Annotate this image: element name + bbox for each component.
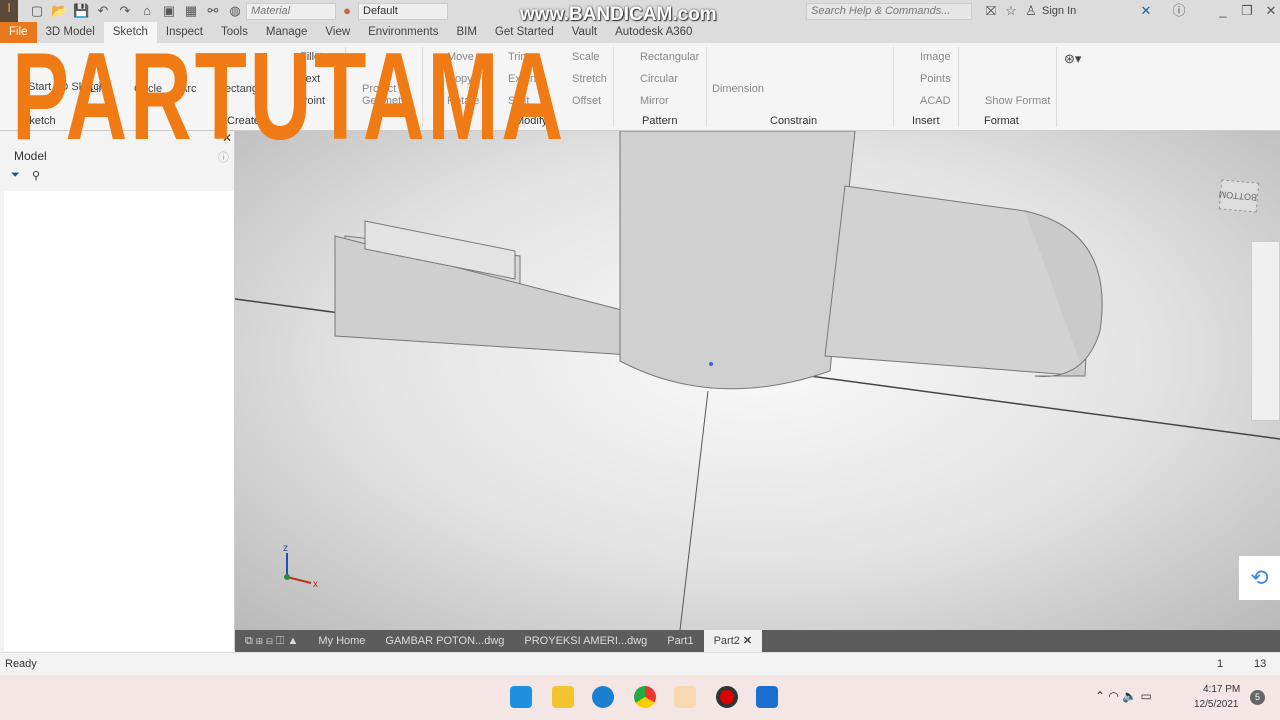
bandicam-icon[interactable] <box>716 686 738 708</box>
notification-badge[interactable]: 5 <box>1250 690 1265 705</box>
file-explorer-icon[interactable] <box>552 686 574 708</box>
redo-icon[interactable]: ↷ <box>117 3 133 19</box>
doc-tab-my-home[interactable]: My Home <box>308 630 375 652</box>
close-tab-icon[interactable]: ✕ <box>743 635 752 647</box>
search-input[interactable]: Search Help & Commands... <box>806 2 972 20</box>
graphics-window[interactable]: z x BOTTOM ⟲ <box>235 131 1280 630</box>
offset-button[interactable]: Offset <box>572 95 601 107</box>
acad-button[interactable]: ACAD <box>920 95 951 107</box>
material-dropdown[interactable]: Material <box>246 2 336 20</box>
restore-icon[interactable]: ❐ <box>1239 3 1255 19</box>
sign-in-link[interactable]: Sign In <box>1042 5 1076 17</box>
doc-tab-part2[interactable]: Part2 ✕ <box>703 630 763 652</box>
select-icon[interactable]: ▦ <box>183 3 199 19</box>
doc-tab-label: Part2 <box>713 635 740 647</box>
ribbon-options-icon[interactable]: ⊛▾ <box>1064 51 1081 67</box>
status-bar: Ready 1 13 <box>0 652 1280 675</box>
start-icon[interactable] <box>510 686 532 708</box>
part-model: z x <box>235 131 1280 630</box>
axis-line <box>679 390 709 630</box>
image-button[interactable]: Image <box>920 51 951 63</box>
dimension-button[interactable]: Dimension <box>712 83 764 95</box>
group-label-format[interactable]: Format <box>984 115 1019 127</box>
favorites-icon[interactable]: ☆ <box>1003 3 1019 19</box>
tab-autodesk-a360[interactable]: Autodesk A360 <box>606 22 701 43</box>
model-browser: Model ✕ ⓘ ⏷ ⚲ <box>4 131 235 651</box>
appearance-icon: ● <box>343 3 351 18</box>
tray-icons[interactable]: ⌃ ◠ 🔈 ▭ <box>1095 689 1152 703</box>
link-icon[interactable]: ⚯ <box>205 3 221 19</box>
group-label-insert: Insert <box>912 115 940 127</box>
stretch-button[interactable]: Stretch <box>572 73 607 85</box>
rectangular-pattern-button[interactable]: Rectangular <box>640 51 699 63</box>
home-icon[interactable]: ⌂ <box>139 3 155 19</box>
undo-icon[interactable]: ↶ <box>95 3 111 19</box>
filter-icon[interactable]: ⏷ <box>11 169 20 182</box>
new-icon[interactable]: ▢ <box>29 3 45 19</box>
navigation-bar[interactable] <box>1251 241 1280 421</box>
inventor-logo-icon: I <box>0 0 18 22</box>
status-text: Ready <box>5 658 37 670</box>
update-icon[interactable]: ▣ <box>161 3 177 19</box>
clock-date[interactable]: 12/5/2021 <box>1194 699 1239 710</box>
exchange-icon[interactable]: ✕ <box>1138 3 1154 19</box>
inventor-icon[interactable] <box>674 686 696 708</box>
group-label-constrain[interactable]: Constrain <box>770 115 817 127</box>
close-icon[interactable]: ✕ <box>1263 3 1279 19</box>
scale-button[interactable]: Scale <box>572 51 600 63</box>
overlay-title: PARTUTAMA <box>12 28 566 166</box>
viewcube[interactable]: BOTTOM <box>1218 179 1260 213</box>
mirror-button[interactable]: Mirror <box>640 95 669 107</box>
group-label-pattern: Pattern <box>642 115 678 127</box>
help-icon[interactable]: ⓘ <box>1171 3 1187 19</box>
status-count-2: 13 <box>1254 658 1267 670</box>
material-icon: ◍ <box>229 3 241 18</box>
status-count-1: 1 <box>1217 658 1224 670</box>
doc-tab-part1[interactable]: Part1 <box>657 630 703 652</box>
user-icon: ♙ <box>1025 3 1037 18</box>
doc-tab-proyeksi-amerika[interactable]: PROYEKSI AMERI...dwg <box>514 630 657 652</box>
appearance-dropdown[interactable]: Default <box>358 2 448 20</box>
subscription-icon[interactable]: ⛝ <box>983 3 999 19</box>
svg-text:z: z <box>283 543 288 554</box>
svg-text:x: x <box>313 579 318 590</box>
points-button[interactable]: Points <box>920 73 951 85</box>
open-icon[interactable]: 📂 <box>51 3 67 19</box>
tab-vault[interactable]: Vault <box>563 22 606 43</box>
circular-pattern-button[interactable]: Circular <box>640 73 678 85</box>
save-icon[interactable]: 💾 <box>73 3 89 19</box>
tile-layout-icons[interactable]: ⧉ ⊞ ⊟ ◫ ▲ <box>235 630 308 652</box>
minimize-icon[interactable]: _ <box>1215 3 1231 19</box>
edge-icon[interactable] <box>592 686 614 708</box>
show-format-button[interactable]: Show Format <box>985 95 1050 107</box>
document-tabs: ⧉ ⊞ ⊟ ◫ ▲ My Home GAMBAR POTON...dwg PRO… <box>235 630 1280 652</box>
clock-time[interactable]: 4:17 PM <box>1203 684 1240 695</box>
find-icon[interactable]: ⚲ <box>32 169 40 182</box>
media-player-icon[interactable] <box>756 686 778 708</box>
chrome-icon[interactable] <box>634 686 656 708</box>
doc-tab-gambar-potongan[interactable]: GAMBAR POTON...dwg <box>375 630 514 652</box>
share-icon[interactable]: ⟲ <box>1239 556 1280 600</box>
